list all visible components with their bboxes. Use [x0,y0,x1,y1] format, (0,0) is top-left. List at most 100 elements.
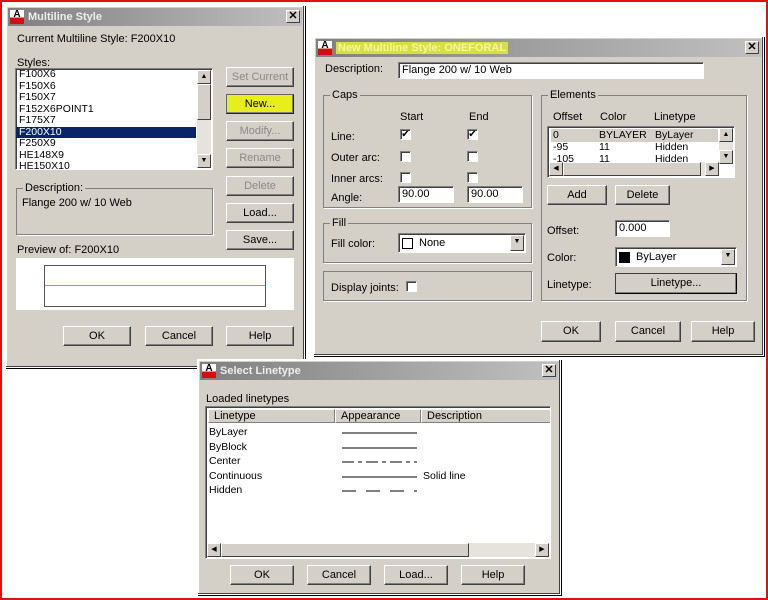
color-swatch [402,237,413,249]
description-input[interactable]: Flange 200 w/ 10 Web [398,62,704,79]
cancel-button[interactable]: Cancel [615,321,681,342]
display-joints-label: Display joints: [331,282,399,294]
angle-end-input[interactable]: 90.00 [467,186,523,203]
scroll-thumb[interactable] [221,543,469,557]
load-button[interactable]: Load... [384,565,448,585]
color-select[interactable]: ByLayer ▼ [615,247,737,267]
linetype-button[interactable]: Linetype... [615,273,737,294]
inner-arcs-start-checkbox[interactable] [400,172,411,183]
linetype-row[interactable]: Continuous Solid line [209,470,547,483]
scrollbar[interactable]: ▲ ▼ [197,70,211,168]
display-joints-checkbox[interactable] [406,281,417,292]
scroll-down-icon[interactable]: ▼ [719,150,733,164]
scroll-thumb[interactable] [563,162,701,176]
dialog-title: Select Linetype [220,365,301,377]
help-button[interactable]: Help [691,321,755,342]
linetype-name: Continuous [209,469,263,482]
style-list-item[interactable]: F150X7 [16,91,196,104]
horizontal-scrollbar[interactable]: ◀ ▶ [549,162,719,176]
set-current-button[interactable]: Set Current [226,67,294,87]
delete-button[interactable]: Delete [226,176,294,196]
help-button[interactable]: Help [226,326,294,346]
ok-button[interactable]: OK [541,321,601,342]
outer-arc-end-checkbox[interactable] [467,151,478,162]
line-start-checkbox[interactable]: ✔ [400,129,411,140]
linetype-row[interactable]: ByBlock [209,441,547,454]
linetype-appearance [342,490,417,492]
close-icon[interactable]: ✕ [542,364,556,377]
line-end-checkbox[interactable]: ✔ [467,129,478,140]
elements-label: Elements [548,89,598,101]
new-button[interactable]: New... [226,94,294,114]
description-text: Flange 200 w/ 10 Web [22,197,132,209]
fill-color-select[interactable]: None ▼ [398,233,526,253]
line-label: Line: [331,131,355,143]
scroll-up-icon[interactable]: ▲ [719,128,733,142]
start-header: Start [400,111,424,123]
elements-list[interactable]: 0 BYLAYER ByLayer -95 11 Hidden -105 11 Hidden ▲… [547,126,735,178]
title-bar: A Select Linetype ✕ [200,362,558,380]
color-swatch [619,251,630,263]
cancel-button[interactable]: Cancel [307,565,371,585]
linetype-name: ByLayer [209,426,248,438]
linetypes-list[interactable]: Linetype Appearance Description ByLayer B… [205,406,551,559]
scroll-right-icon[interactable]: ▶ [535,543,549,557]
ok-button[interactable]: OK [63,326,131,346]
current-style-label: Current Multiline Style: F200X10 [17,33,176,45]
column-header-appearance[interactable]: Appearance [335,409,421,423]
linetype-label: Linetype: [547,279,592,291]
styles-list[interactable]: F100X6 F150X6 F150X7 F152X6POINT1 F175X7 F200… [15,68,213,170]
style-list-item[interactable]: F175X7 [16,114,196,127]
angle-start-input[interactable]: 90.00 [398,186,454,203]
scroll-down-icon[interactable]: ▼ [197,154,211,168]
offset-label: Offset: [547,225,580,237]
scroll-thumb[interactable] [197,84,211,120]
linetype-appearance [342,461,417,463]
close-icon[interactable]: ✕ [745,41,759,54]
rename-button[interactable]: Rename [226,148,294,168]
dialog-title: New Multiline Style: ONEFORAL [336,42,509,54]
column-header-description[interactable]: Description [421,409,550,423]
save-button[interactable]: Save... [226,230,294,250]
chevron-down-icon[interactable]: ▼ [721,249,735,265]
new-multiline-style-dialog: A New Multiline Style: ONEFORAL ✕ Descript… [313,36,764,356]
linetype-row[interactable]: Hidden [209,484,547,497]
load-button[interactable]: Load... [226,203,294,223]
linetype-row[interactable]: ByLayer [209,426,547,439]
modify-button[interactable]: Modify... [226,121,294,141]
linetype-appearance [342,447,417,448]
chevron-down-icon[interactable]: ▼ [510,235,524,251]
caps-group: Caps Start End Line: ✔ ✔ Outer arc: Inne… [323,89,532,208]
loaded-linetypes-label: Loaded linetypes [206,393,290,405]
linetype-row[interactable]: Center [209,455,547,468]
delete-button[interactable]: Delete [615,185,670,205]
elements-group: Elements Offset Color Linetype 0 BYLAYER B… [541,89,747,301]
close-icon[interactable]: ✕ [286,10,300,23]
style-list-item[interactable]: HE150X10 [16,160,196,169]
column-header-linetype[interactable]: Linetype [208,409,335,423]
dialog-title: Multiline Style [28,11,102,23]
multiline-style-dialog: A Multiline Style ✕ Current Multiline Styl… [5,5,305,368]
display-joints-group: Display joints: [323,271,532,301]
scroll-left-icon[interactable]: ◀ [207,543,221,557]
fill-label: Fill [330,217,349,229]
offset-input[interactable]: 0.000 [615,220,670,237]
offset-header: Offset [553,111,583,123]
style-list-item[interactable]: F250X9 [16,137,196,150]
help-button[interactable]: Help [461,565,525,585]
inner-arcs-end-checkbox[interactable] [467,172,478,183]
autocad-icon: A [10,10,24,24]
angle-label: Angle: [331,192,363,204]
linetype-description: Solid line [423,469,466,482]
ok-button[interactable]: OK [230,565,294,585]
outer-arc-start-checkbox[interactable] [400,151,411,162]
scrollbar[interactable]: ▲ ▼ [719,128,733,164]
scroll-left-icon[interactable]: ◀ [549,162,563,176]
cancel-button[interactable]: Cancel [145,326,213,346]
scroll-right-icon[interactable]: ▶ [705,162,719,176]
title-bar: A Multiline Style ✕ [8,8,302,26]
style-list-item[interactable]: F100X6 [16,69,196,81]
horizontal-scrollbar[interactable]: ◀ ▶ [207,543,549,557]
add-button[interactable]: Add [547,185,607,205]
scroll-up-icon[interactable]: ▲ [197,70,211,84]
